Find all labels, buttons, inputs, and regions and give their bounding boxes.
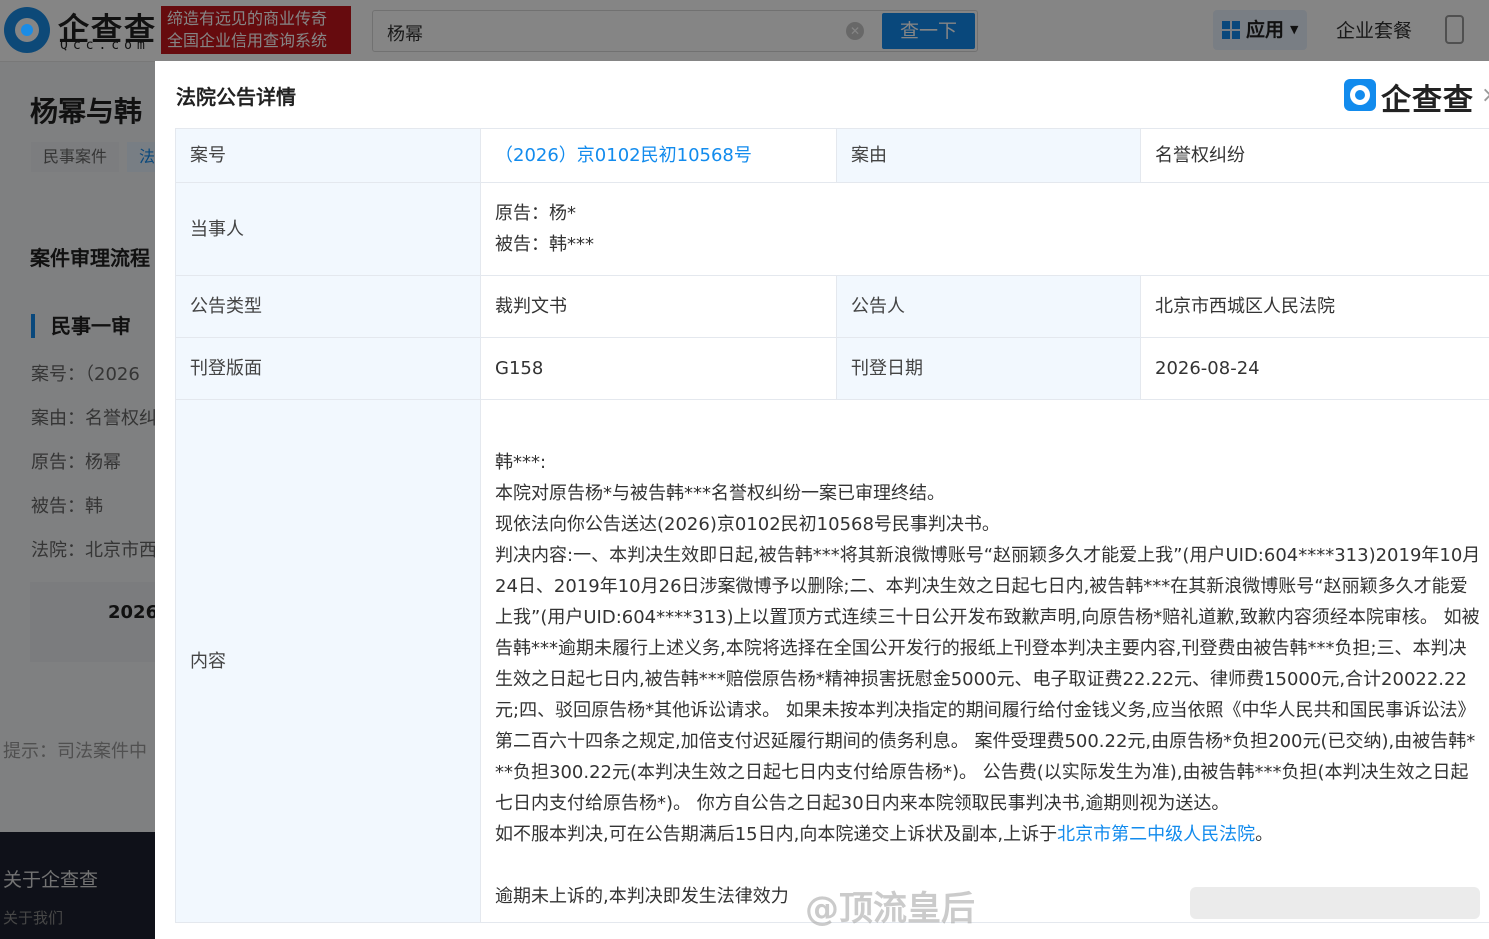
content-appeal: 如不服本判决,可在公告期满后15日内,向本院递交上诉状及副本,上诉于北京市第二中… xyxy=(495,819,1481,850)
value-case-no: （2026）京0102民初10568号 xyxy=(480,128,837,183)
label-content: 内容 xyxy=(175,399,481,923)
appeal-court-link[interactable]: 北京市第二中级人民法院 xyxy=(1057,824,1255,845)
label-parties: 当事人 xyxy=(175,182,481,276)
defendant: 被告：韩*** xyxy=(495,234,594,255)
value-notice-type: 裁判文书 xyxy=(480,275,837,338)
plaintiff: 原告：杨* xyxy=(495,203,576,224)
label-announcer: 公告人 xyxy=(836,275,1141,338)
value-announcer: 北京市西城区人民法院 xyxy=(1140,275,1489,338)
content-salutation: 韩***: xyxy=(495,452,547,473)
modal-title: 法院公告详情 xyxy=(176,85,296,109)
content-judgment: 判决内容:一、本判决生效即日起,被告韩***将其新浪微博账号“赵丽颖多久才能爱上… xyxy=(495,545,1481,814)
table-row: 刊登版面 G158 刊登日期 2026-08-24 xyxy=(175,337,1489,400)
value-cause: 名誉权纠纷 xyxy=(1140,128,1489,183)
label-case-no: 案号 xyxy=(175,128,481,183)
label-page: 刊登版面 xyxy=(175,337,481,400)
weibo-watermark: @顶流皇后 xyxy=(805,889,975,929)
court-notice-modal: 法院公告详情 企查查 × 案号 （2026）京0102民初10568号 案由 名… xyxy=(155,61,1489,939)
content-line: 本院对原告杨*与被告韩***名誉权纠纷一案已审理终结。 xyxy=(495,483,945,504)
table-row: 当事人 原告：杨* 被告：韩*** xyxy=(175,182,1489,276)
label-notice-type: 公告类型 xyxy=(175,275,481,338)
appeal-period: 。 xyxy=(1255,824,1274,845)
value-content: 韩***: 本院对原告杨*与被告韩***名誉权纠纷一案已审理终结。 现依法向你公… xyxy=(480,399,1489,923)
modal-brand: 企查查 xyxy=(1381,83,1474,118)
label-cause: 案由 xyxy=(836,128,1141,183)
value-page: G158 xyxy=(480,337,837,400)
notice-detail-table: 案号 （2026）京0102民初10568号 案由 名誉权纠纷 当事人 原告：杨… xyxy=(175,128,1489,923)
case-no-link[interactable]: （2026）京0102民初10568号 xyxy=(495,145,752,166)
content-line: 现依法向你公告送达(2026)京0102民初10568号民事判决书。 xyxy=(495,514,1000,535)
value-parties: 原告：杨* 被告：韩*** xyxy=(480,182,1489,276)
content-blank xyxy=(495,850,1481,881)
value-pub-date: 2026-08-24 xyxy=(1140,337,1489,400)
watermark-bar xyxy=(1190,887,1480,919)
appeal-text: 如不服本判决,可在公告期满后15日内,向本院递交上诉状及副本,上诉于 xyxy=(495,824,1058,845)
table-row: 内容 韩***: 本院对原告杨*与被告韩***名誉权纠纷一案已审理终结。 现依法… xyxy=(175,399,1489,923)
close-icon[interactable]: × xyxy=(1481,83,1489,108)
table-row: 案号 （2026）京0102民初10568号 案由 名誉权纠纷 xyxy=(175,128,1489,183)
table-row: 公告类型 裁判文书 公告人 北京市西城区人民法院 xyxy=(175,275,1489,338)
label-pub-date: 刊登日期 xyxy=(836,337,1141,400)
qcc-logo-icon xyxy=(1344,79,1376,111)
